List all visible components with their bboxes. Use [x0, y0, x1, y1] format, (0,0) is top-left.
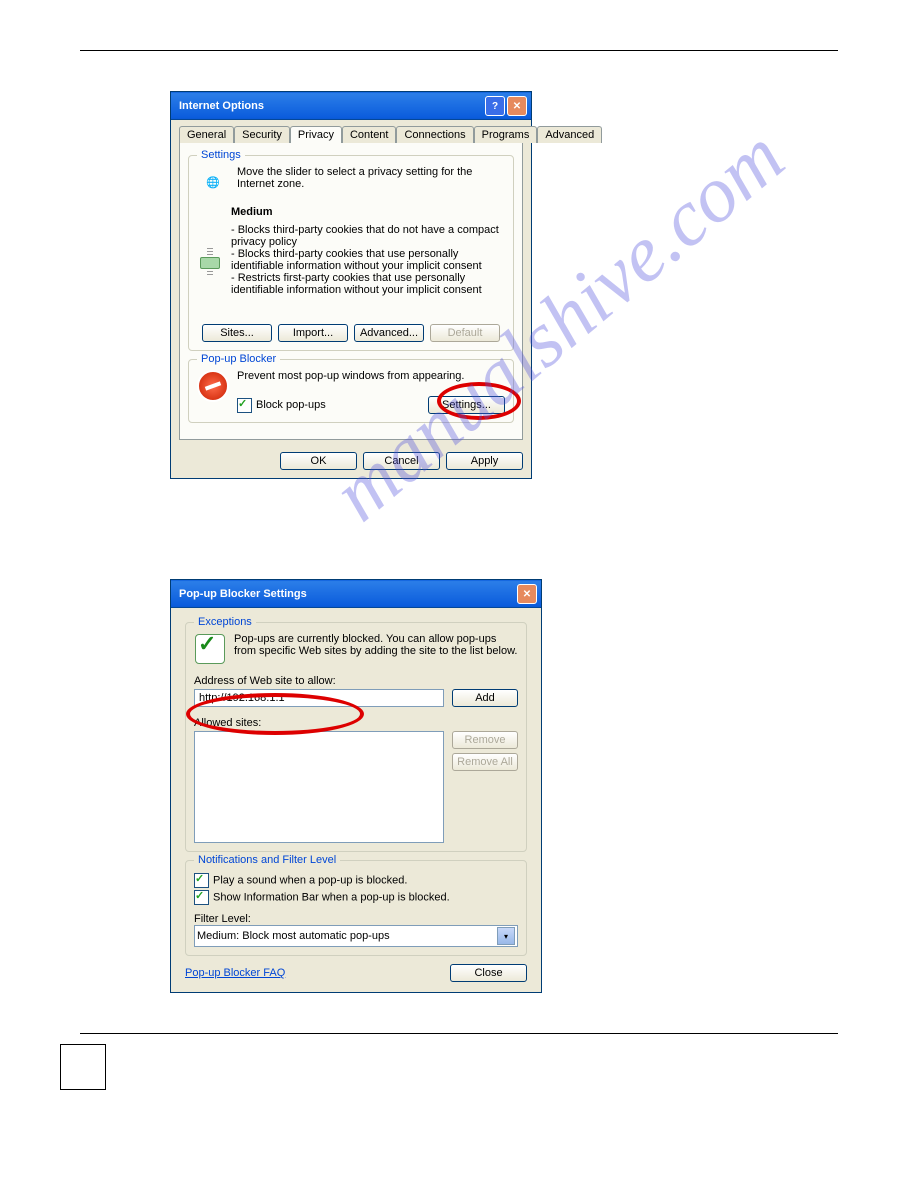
sites-button[interactable]: Sites...	[202, 324, 272, 342]
advanced-button[interactable]: Advanced...	[354, 324, 424, 342]
popup-blocker-settings-dialog: Pop-up Blocker Settings ✕ Exceptions Pop…	[170, 579, 542, 993]
popup-intro: Prevent most pop-up windows from appeari…	[237, 370, 505, 382]
cancel-button[interactable]: Cancel	[363, 452, 440, 470]
privacy-slider[interactable]	[197, 206, 223, 316]
exceptions-group: Exceptions Pop-ups are currently blocked…	[185, 622, 527, 852]
settings-group: Settings 🌐 Move the slider to select a p…	[188, 155, 514, 351]
allow-icon	[194, 633, 226, 665]
block-popups-checkbox[interactable]	[237, 398, 252, 413]
close-button[interactable]: Close	[450, 964, 527, 982]
default-button: Default	[430, 324, 500, 342]
filter-level-value: Medium: Block most automatic pop-ups	[197, 930, 390, 942]
tab-programs[interactable]: Programs	[474, 126, 538, 143]
address-label: Address of Web site to allow:	[194, 675, 518, 687]
show-infobar-label: Show Information Bar when a pop-up is bl…	[213, 891, 450, 903]
ok-button[interactable]: OK	[280, 452, 357, 470]
dialog-title: Pop-up Blocker Settings	[179, 588, 515, 600]
tab-privacy[interactable]: Privacy	[290, 126, 342, 143]
remove-button: Remove	[452, 731, 518, 749]
allowed-sites-list[interactable]	[194, 731, 444, 843]
tab-general[interactable]: General	[179, 126, 234, 143]
dialog-title: Internet Options	[179, 100, 483, 112]
notifications-legend: Notifications and Filter Level	[194, 854, 340, 866]
privacy-level: Medium	[231, 206, 505, 218]
add-button[interactable]: Add	[452, 689, 518, 707]
play-sound-label: Play a sound when a pop-up is blocked.	[213, 874, 407, 886]
page-footer-box	[60, 1044, 106, 1090]
tab-security[interactable]: Security	[234, 126, 290, 143]
popup-blocker-faq-link[interactable]: Pop-up Blocker FAQ	[185, 967, 285, 979]
titlebar[interactable]: Internet Options ? ✕	[171, 92, 531, 120]
block-icon	[197, 370, 229, 402]
notifications-group: Notifications and Filter Level Play a so…	[185, 860, 527, 956]
import-button[interactable]: Import...	[278, 324, 348, 342]
help-icon[interactable]: ?	[485, 96, 505, 116]
tab-connections[interactable]: Connections	[396, 126, 473, 143]
slider-thumb[interactable]	[200, 257, 220, 269]
apply-button[interactable]: Apply	[446, 452, 523, 470]
filter-level-label: Filter Level:	[194, 913, 518, 925]
play-sound-checkbox[interactable]	[194, 873, 209, 888]
tab-content[interactable]: Content	[342, 126, 397, 143]
show-infobar-checkbox[interactable]	[194, 890, 209, 905]
filter-level-select[interactable]: Medium: Block most automatic pop-ups ▾	[194, 925, 518, 947]
privacy-line-1: - Blocks third-party cookies that do not…	[231, 224, 505, 248]
exceptions-intro: Pop-ups are currently blocked. You can a…	[234, 633, 518, 665]
popup-legend: Pop-up Blocker	[197, 353, 280, 365]
annotation-circle	[437, 382, 521, 420]
settings-intro: Move the slider to select a privacy sett…	[237, 166, 505, 198]
privacy-line-2: - Blocks third-party cookies that use pe…	[231, 248, 505, 272]
tab-strip: General Security Privacy Content Connect…	[179, 126, 523, 143]
privacy-line-3: - Restricts first-party cookies that use…	[231, 272, 505, 296]
annotation-circle	[186, 693, 364, 735]
settings-legend: Settings	[197, 149, 245, 161]
globe-icon: 🌐	[197, 166, 229, 198]
exceptions-legend: Exceptions	[194, 616, 256, 628]
chevron-down-icon[interactable]: ▾	[497, 927, 515, 945]
close-icon[interactable]: ✕	[507, 96, 527, 116]
internet-options-dialog: Internet Options ? ✕ General Security Pr…	[170, 91, 532, 479]
block-popups-label: Block pop-ups	[256, 399, 326, 411]
close-icon[interactable]: ✕	[517, 584, 537, 604]
titlebar[interactable]: Pop-up Blocker Settings ✕	[171, 580, 541, 608]
remove-all-button: Remove All	[452, 753, 518, 771]
tab-advanced[interactable]: Advanced	[537, 126, 602, 143]
